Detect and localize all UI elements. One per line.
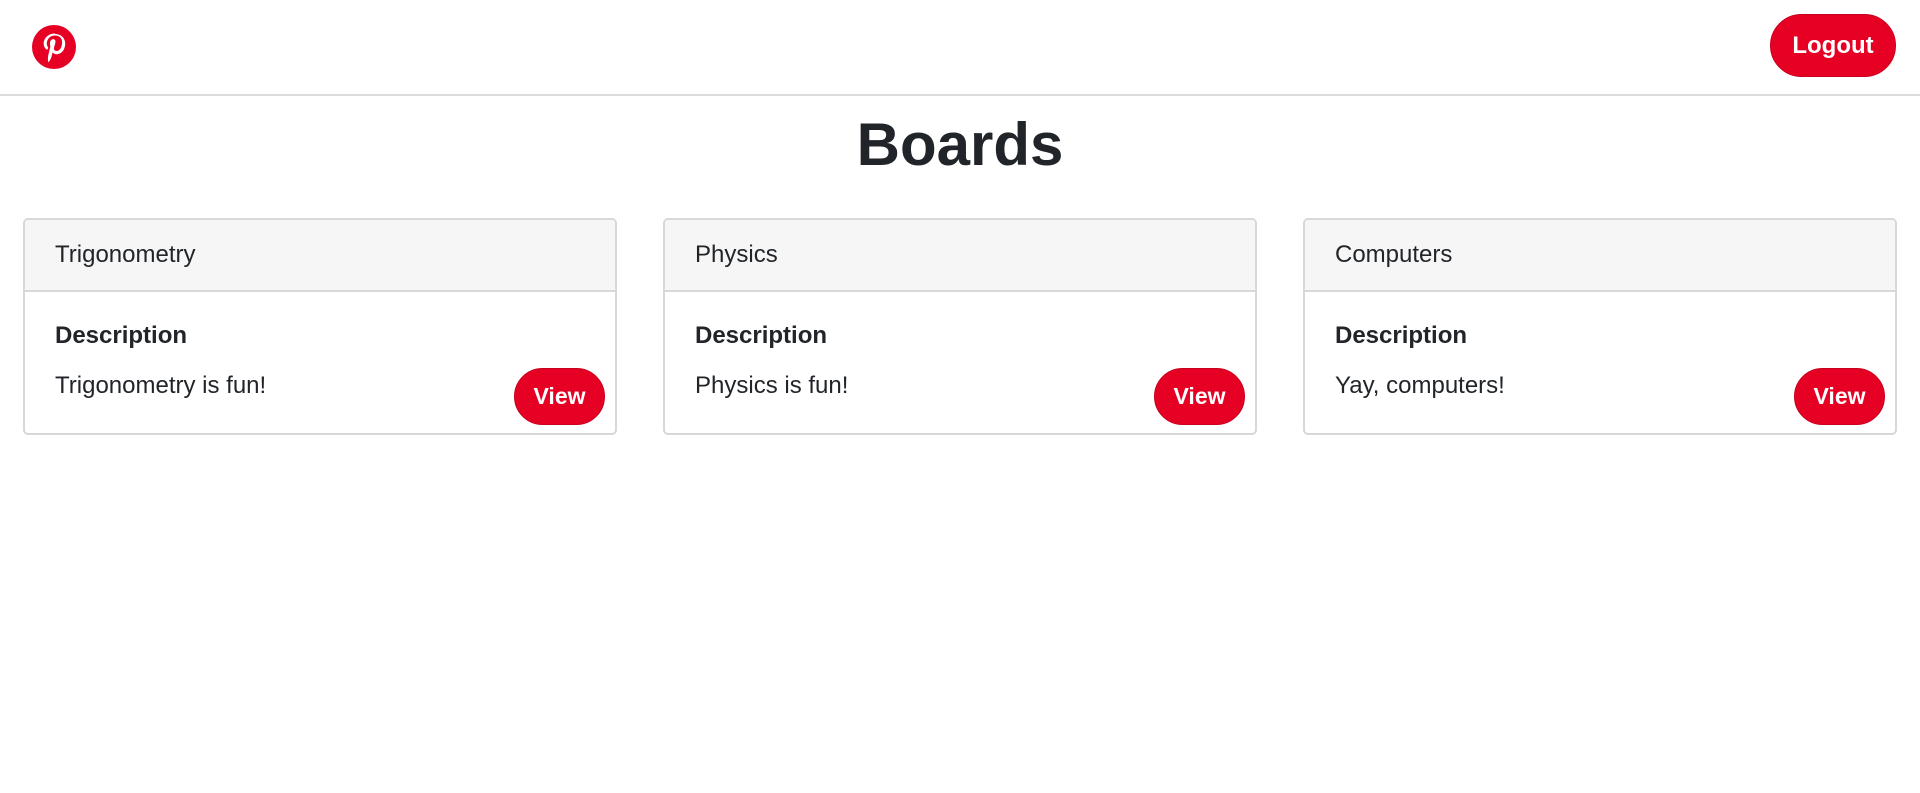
- board-body: Description Yay, computers! View: [1305, 292, 1895, 433]
- board-title: Physics: [665, 220, 1255, 292]
- board-body: Description Physics is fun! View: [665, 292, 1255, 433]
- board-title: Trigonometry: [25, 220, 615, 292]
- description-text: Physics is fun!: [695, 372, 849, 399]
- description-text: Yay, computers!: [1335, 372, 1505, 399]
- view-board-button[interactable]: View: [1154, 368, 1245, 425]
- board-title: Computers: [1305, 220, 1895, 292]
- board-card: Computers Description Yay, computers! Vi…: [1303, 218, 1897, 435]
- logout-button[interactable]: Logout: [1770, 14, 1896, 77]
- description-heading: Description: [55, 322, 188, 349]
- description-heading: Description: [695, 322, 828, 349]
- board-body: Description Trigonometry is fun! View: [25, 292, 615, 433]
- pinterest-logo-icon[interactable]: [32, 25, 76, 69]
- top-navbar: Logout: [0, 0, 1920, 96]
- description-heading: Description: [1335, 322, 1468, 349]
- view-board-button[interactable]: View: [1794, 368, 1885, 425]
- description-text: Trigonometry is fun!: [55, 372, 267, 399]
- board-card: Physics Description Physics is fun! View: [663, 218, 1257, 435]
- view-board-button[interactable]: View: [514, 368, 605, 425]
- page-title: Boards: [856, 111, 1064, 178]
- board-card: Trigonometry Description Trigonometry is…: [23, 218, 617, 435]
